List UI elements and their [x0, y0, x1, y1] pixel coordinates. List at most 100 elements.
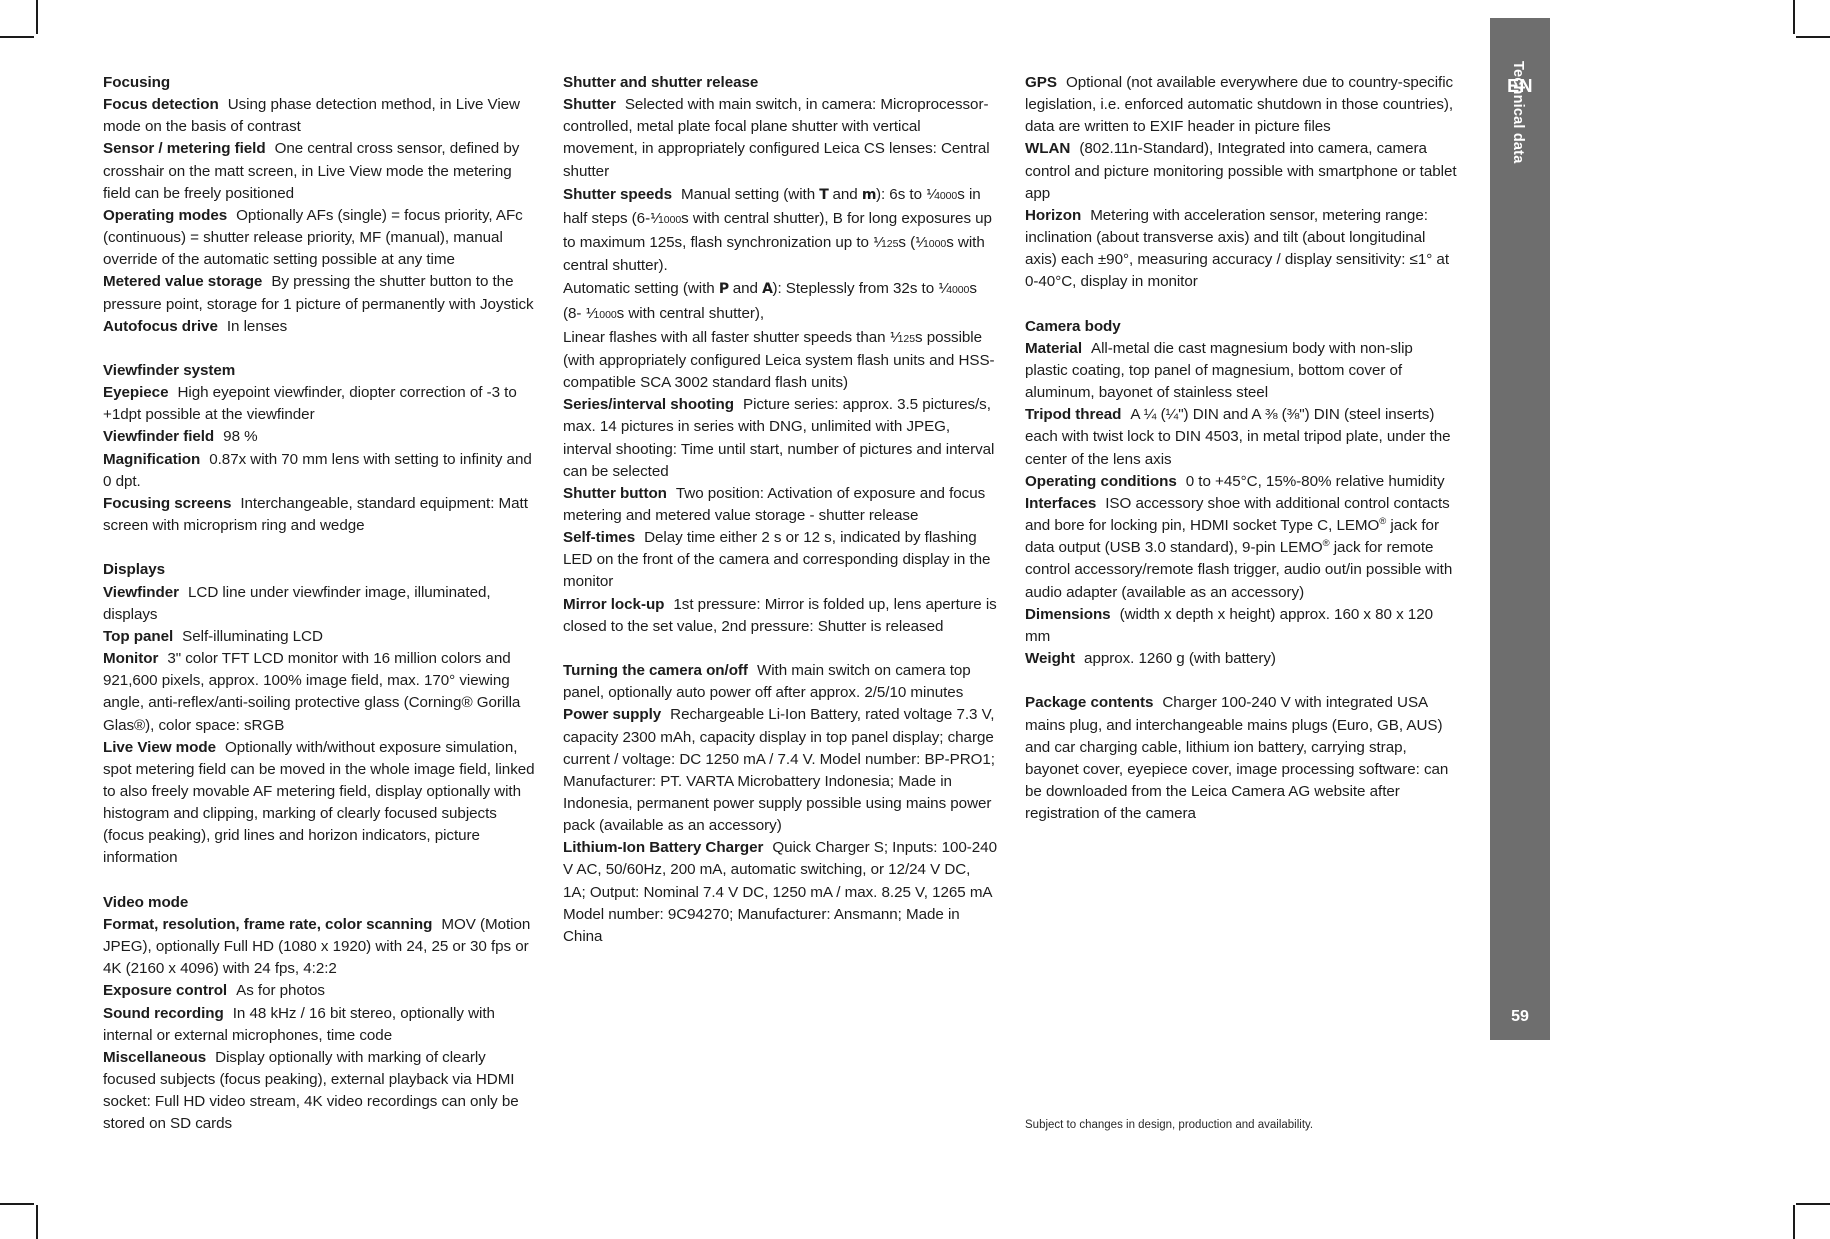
spec-value: All-metal die cast magnesium body with n…	[1025, 339, 1413, 402]
spec-term: Power supply	[563, 706, 662, 724]
spec-term: Magnification	[103, 450, 201, 468]
spec-term: Operating modes	[103, 206, 228, 224]
spec-value: Rechargeable Li-Ion Battery, rated volta…	[563, 706, 995, 835]
crop-mark-top-right-vertical	[1793, 0, 1795, 34]
spec-entry: Viewfinder field 98 %	[103, 426, 537, 448]
spec-group-heading: Shutter and shutter release	[563, 74, 759, 91]
spec-entry: Shutter button Two position: Activation o…	[563, 483, 997, 527]
spec-term: Sensor / metering field	[103, 140, 266, 158]
spec-entry: Self-times Delay time either 2 s or 12 s,…	[563, 527, 997, 593]
spec-value: Linear flashes with all faster shutter s…	[563, 328, 995, 392]
spec-term: GPS	[1025, 74, 1057, 91]
footnote: Subject to changes in design, production…	[1025, 1119, 1314, 1131]
text-column-1: Focusing Focus detection Using phase detec…	[103, 72, 537, 1135]
spec-term: Format, resolution, frame rate, color sc…	[103, 915, 433, 933]
spec-value: 3" color TFT LCD monitor with 16 million…	[103, 650, 521, 734]
text-column-3: GPS Optional (not available everywhere du…	[1025, 72, 1459, 825]
crop-mark-top-left-horizontal	[0, 36, 34, 38]
spec-entry: Weight approx. 1260 g (with battery)	[1025, 648, 1459, 670]
spec-entry: Shutter Selected with main switch, in cam…	[563, 94, 997, 183]
spec-entry: GPS Optional (not available everywhere du…	[1025, 72, 1459, 138]
crop-mark-bottom-right-horizontal	[1796, 1203, 1830, 1205]
manual-page: EN Technical data 59 Focusing Focus detec…	[0, 0, 1830, 1239]
spec-term: Package contents	[1025, 694, 1154, 712]
spec-term: Horizon	[1025, 206, 1082, 224]
spec-entry: Format, resolution, frame rate, color sc…	[103, 914, 537, 980]
spec-term: Dimensions	[1025, 605, 1111, 623]
spec-term: Weight	[1025, 650, 1076, 668]
spec-term: Lithium-Ion Battery Charger	[563, 839, 764, 857]
spec-value: Metering with acceleration sensor, meter…	[1025, 206, 1449, 291]
spec-entry: Linear flashes with all faster shutter s…	[563, 326, 997, 394]
spec-entry: Automatic setting (with P and A): Steple…	[563, 277, 997, 325]
spec-entry: Turning the camera on/off With main switc…	[563, 660, 997, 704]
spec-entry: Autofocus drive In lenses	[103, 316, 537, 338]
spec-entry: Metered value storage By pressing the shu…	[103, 271, 537, 315]
spec-entry: Operating modes Optionally AFs (single) =…	[103, 205, 537, 271]
text-column-2: Shutter and shutter release Shutter Select…	[563, 72, 997, 948]
spec-entry: Exposure control As for photos	[103, 980, 537, 1002]
spec-value: Self-illuminating LCD	[182, 627, 323, 645]
spec-term: Mirror lock-up	[563, 595, 665, 613]
side-tab: EN Technical data 59	[1490, 18, 1550, 1040]
spec-entry: Eyepiece High eyepoint viewfinder, diopte…	[103, 382, 537, 426]
spec-term: Interfaces	[1025, 494, 1097, 512]
spec-entry: Top panel Self-illuminating LCD	[103, 626, 537, 648]
spec-value: Automatic setting (with P and A): Steple…	[563, 280, 977, 322]
spec-term: Operating conditions	[1025, 472, 1177, 490]
spec-value: 98 %	[223, 428, 258, 446]
spec-entry: Operating conditions 0 to +45°C, 15%-80% …	[1025, 471, 1459, 493]
spec-term: Shutter button	[563, 484, 667, 502]
spec-entry: Focusing screens Interchangeable, standar…	[103, 493, 537, 537]
spec-entry: Horizon Metering with acceleration sensor…	[1025, 205, 1459, 294]
spec-term: Viewfinder	[103, 583, 180, 601]
spec-entry: Lithium-Ion Battery Charger Quick Charger…	[563, 837, 997, 948]
spec-entry: Package contents Charger 100-240 V with i…	[1025, 692, 1459, 825]
spec-entry: Focus detection Using phase detection met…	[103, 94, 537, 138]
crop-mark-bottom-right-vertical	[1793, 1205, 1795, 1239]
crop-mark-top-left-vertical	[36, 0, 38, 34]
spec-value: (802.11n-Standard), Integrated into came…	[1025, 140, 1457, 202]
spec-term: Focus detection	[103, 96, 219, 114]
spec-value: 0 to +45°C, 15%-80% relative humidity	[1185, 472, 1445, 490]
spec-term: Miscellaneous	[103, 1048, 207, 1066]
spec-entry: Viewfinder LCD line under viewfinder imag…	[103, 582, 537, 626]
crop-mark-bottom-left-horizontal	[0, 1203, 34, 1205]
crop-mark-top-right-horizontal	[1796, 36, 1830, 38]
spec-group-heading: Displays	[103, 561, 166, 579]
spec-group-heading: Viewfinder system	[103, 362, 236, 380]
spec-group-heading: Video mode	[103, 893, 189, 911]
spec-term: Exposure control	[103, 982, 228, 1000]
spec-entry: Miscellaneous Display optionally with mar…	[103, 1047, 537, 1136]
spec-term: Self-times	[563, 529, 636, 547]
spec-term: Sound recording	[103, 1004, 224, 1022]
spec-value: In lenses	[226, 317, 288, 335]
spec-term: Turning the camera on/off	[563, 662, 748, 680]
spec-term: Live View mode	[103, 738, 216, 756]
spec-entry: Live View mode Optionally with/without ex…	[103, 737, 537, 870]
spec-entry: Series/interval shooting Picture series: …	[563, 394, 997, 483]
spec-value: Optional (not available everywhere due t…	[1025, 74, 1454, 136]
spec-value: Charger 100-240 V with integrated USA ma…	[1025, 694, 1449, 823]
spec-term: Metered value storage	[103, 273, 263, 291]
page-number: 59	[1511, 1008, 1529, 1025]
spec-entry: WLAN (802.11n-Standard), Integrated into …	[1025, 138, 1459, 204]
spec-entry: Magnification 0.87x with 70 mm lens with …	[103, 449, 537, 493]
spec-entry: Mirror lock-up 1st pressure: Mirror is fo…	[563, 594, 997, 638]
spec-entry: Dimensions (width x depth x height) appro…	[1025, 604, 1459, 648]
spec-entry: Shutter speeds Manual setting (with T and…	[563, 183, 997, 278]
spec-entry: Interfaces ISO accessory shoe with additi…	[1025, 493, 1459, 604]
spec-term: Tripod thread	[1025, 406, 1122, 424]
spec-term: Monitor	[103, 650, 159, 668]
spec-entry: Sound recording In 48 kHz / 16 bit stereo…	[103, 1003, 537, 1047]
spec-entry: Power supply Rechargeable Li-Ion Battery,…	[563, 704, 997, 837]
spec-term: Shutter	[563, 96, 616, 114]
section-label: Technical data	[1510, 61, 1526, 164]
spec-term: Shutter speeds	[563, 185, 673, 203]
